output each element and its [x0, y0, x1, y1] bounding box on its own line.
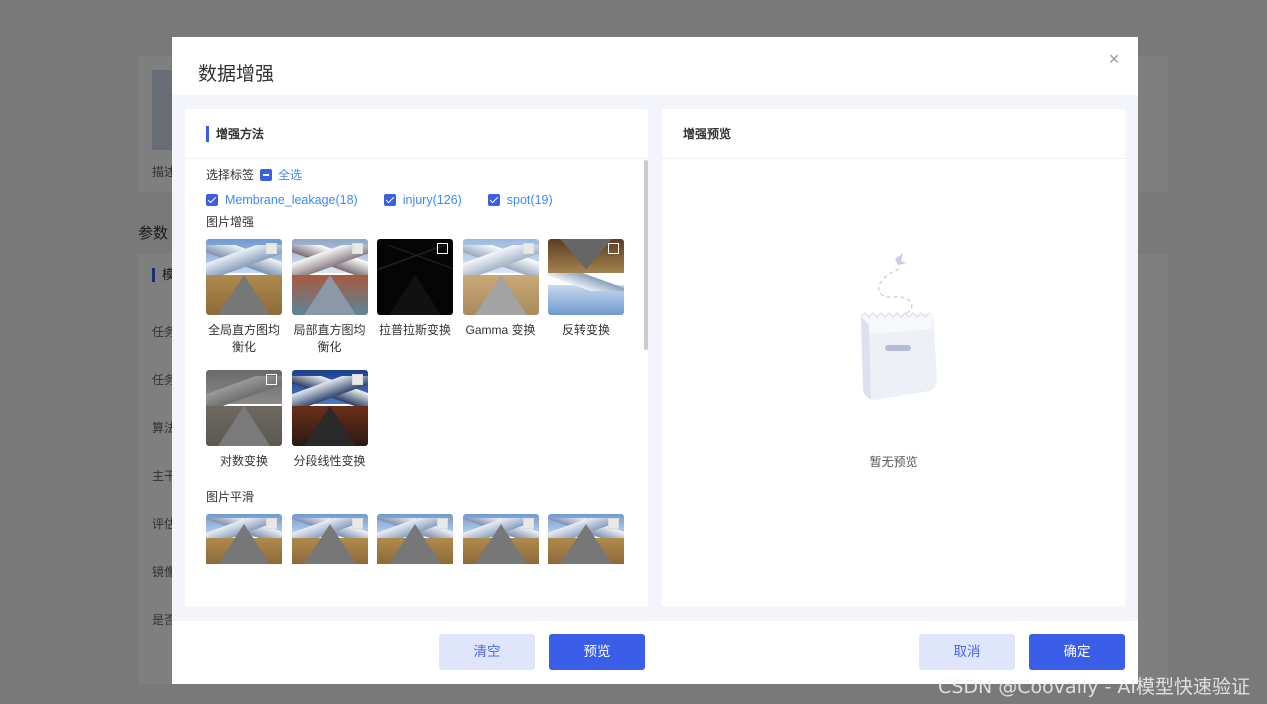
- checkbox-checked-icon[interactable]: [383, 194, 396, 206]
- checkbox-checked-icon[interactable]: [206, 194, 218, 206]
- enhance-option-label: 全局直方图均衡化: [207, 323, 280, 354]
- option-checkbox[interactable]: [351, 374, 363, 385]
- augmentation-methods-panel: 增强方法 选择标签 全选 Membrane_leakage(18) injury…: [185, 109, 648, 606]
- empty-bag-icon: [860, 253, 937, 400]
- tag-list: Membrane_leakage(18) injury(126) spot(19…: [206, 193, 553, 207]
- modal-body: 增强方法 选择标签 全选 Membrane_leakage(18) injury…: [172, 95, 1138, 621]
- enhance-option-label: 局部直方图均衡化: [293, 323, 366, 354]
- enhance-option[interactable]: 对数变换: [206, 370, 282, 470]
- enhance-option-label: Gamma 变换: [465, 323, 536, 337]
- panel-header: 增强方法: [185, 109, 648, 159]
- tag-label: injury(126): [402, 193, 462, 207]
- image-smooth-grid: [206, 514, 624, 564]
- watermark-text: CSDN @Coovally - AI模型快速验证: [938, 676, 1250, 698]
- enhance-option-label: 对数变换: [219, 454, 268, 468]
- smooth-option[interactable]: [548, 514, 624, 564]
- smooth-thumbnail-image[interactable]: [377, 514, 453, 564]
- enhance-thumbnail-image[interactable]: [548, 239, 624, 315]
- enhance-option-label: 分段线性变换: [293, 454, 366, 468]
- option-checkbox[interactable]: [266, 518, 277, 529]
- tag-checkbox-injury[interactable]: injury(126): [383, 193, 462, 207]
- enhance-option[interactable]: 局部直方图均衡化: [291, 239, 368, 356]
- option-checkbox[interactable]: [608, 518, 619, 529]
- option-checkbox[interactable]: [522, 243, 534, 254]
- option-checkbox[interactable]: [437, 243, 448, 254]
- smooth-option[interactable]: [377, 514, 453, 564]
- image-enhance-label: 图片增强: [206, 215, 255, 229]
- option-checkbox[interactable]: [351, 243, 363, 254]
- checkbox-checked-icon[interactable]: [487, 194, 500, 206]
- cancel-button[interactable]: 取消: [919, 634, 1015, 670]
- vertical-scrollbar[interactable]: [644, 160, 648, 350]
- methods-scroll-area[interactable]: 选择标签 全选 Membrane_leakage(18) injury(126): [185, 160, 648, 564]
- smooth-option[interactable]: [291, 514, 368, 564]
- option-checkbox[interactable]: [266, 374, 277, 385]
- panel-title: 增强方法: [206, 126, 264, 142]
- tag-checkbox-spot[interactable]: spot(19): [487, 193, 553, 207]
- empty-preview-text: 暂无预览: [869, 455, 918, 469]
- modal-title: 数据增强: [198, 64, 275, 85]
- image-enhance-grid: 全局直方图均衡化 局部直方图均衡化 拉普拉斯变换 Gamma 变换 反转变换对数变换 分段…: [206, 239, 624, 470]
- tag-label: Membrane_leakage(18): [225, 193, 358, 207]
- enhance-option[interactable]: 反转变换: [548, 239, 624, 356]
- panel-title: 增强预览: [683, 127, 732, 141]
- confirm-button[interactable]: 确定: [1029, 634, 1125, 670]
- option-checkbox[interactable]: [351, 518, 363, 529]
- enhance-thumbnail-image[interactable]: [206, 239, 282, 315]
- smooth-thumbnail-image[interactable]: [462, 514, 539, 564]
- image-smooth-label: 图片平滑: [206, 490, 255, 504]
- smooth-thumbnail-image[interactable]: [548, 514, 624, 564]
- data-augmentation-modal: 数据增强 × 增强方法 选择标签 全选 Membrane_leakage(18): [172, 37, 1138, 684]
- enhance-option-label: 反转变换: [561, 323, 610, 337]
- close-icon[interactable]: ×: [1106, 50, 1122, 68]
- smooth-option[interactable]: [462, 514, 539, 564]
- tag-label: spot(19): [506, 193, 553, 207]
- enhance-option[interactable]: Gamma 变换: [462, 239, 539, 356]
- enhance-option[interactable]: 全局直方图均衡化: [206, 239, 282, 356]
- option-checkbox[interactable]: [437, 518, 448, 529]
- enhance-thumbnail-image[interactable]: [206, 370, 282, 446]
- smooth-option[interactable]: [206, 514, 282, 564]
- clear-button[interactable]: 清空: [439, 634, 535, 670]
- preview-button[interactable]: 预览: [549, 634, 645, 670]
- smooth-thumbnail-image[interactable]: [206, 514, 282, 564]
- enhance-thumbnail-image[interactable]: [462, 239, 539, 315]
- augmentation-preview-panel: 增强预览 暂无预览: [662, 109, 1125, 606]
- enhance-thumbnail-image[interactable]: [291, 370, 368, 446]
- enhance-option[interactable]: 分段线性变换: [291, 370, 368, 470]
- enhance-thumbnail-image[interactable]: [291, 239, 368, 315]
- panel-header: 增强预览: [662, 109, 1125, 159]
- enhance-thumbnail-image[interactable]: [377, 239, 453, 315]
- tag-checkbox-membrane-leakage[interactable]: Membrane_leakage(18): [206, 193, 358, 207]
- option-checkbox[interactable]: [266, 243, 277, 254]
- enhance-option[interactable]: 拉普拉斯变换: [377, 239, 453, 356]
- select-label-text: 选择标签: [206, 168, 255, 182]
- select-label-row: 选择标签 全选: [206, 166, 302, 183]
- smooth-thumbnail-image[interactable]: [291, 514, 368, 564]
- enhance-option-label: 拉普拉斯变换: [378, 323, 451, 337]
- select-all-checkbox[interactable]: [260, 168, 273, 181]
- select-all-link[interactable]: 全选: [278, 166, 302, 183]
- option-checkbox[interactable]: [608, 243, 619, 254]
- option-checkbox[interactable]: [522, 518, 534, 529]
